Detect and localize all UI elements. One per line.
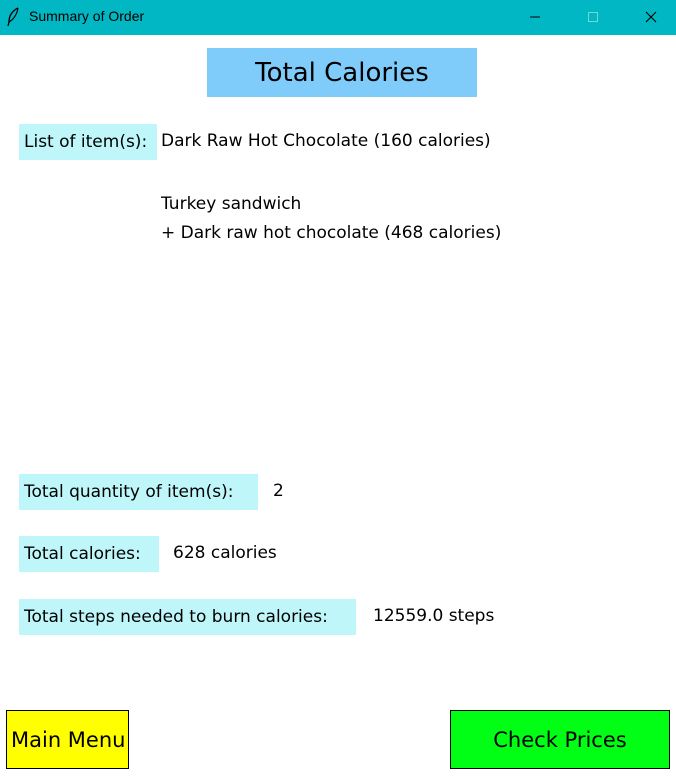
item-entry-2: Turkey sandwich	[161, 194, 302, 214]
close-button[interactable]	[622, 0, 676, 35]
item-entry-1: Dark Raw Hot Chocolate (160 calories)	[161, 131, 491, 151]
minimize-button[interactable]	[506, 0, 564, 35]
feather-icon	[6, 7, 20, 27]
maximize-button[interactable]	[564, 0, 622, 35]
steps-value: 12559.0 steps	[373, 606, 495, 626]
items-label: List of item(s):	[19, 124, 157, 160]
main-menu-button[interactable]: Main Menu	[6, 710, 129, 769]
window-title: Summary of Order	[29, 8, 145, 24]
page-title: Total Calories	[207, 48, 477, 97]
title-bar: Summary of Order	[0, 0, 676, 35]
item-entry-3: + Dark raw hot chocolate (468 calories)	[161, 223, 502, 243]
maximize-icon	[587, 8, 599, 27]
close-icon	[645, 8, 657, 27]
check-prices-button[interactable]: Check Prices	[450, 710, 670, 769]
calories-label: Total calories:	[19, 536, 159, 572]
steps-label: Total steps needed to burn calories:	[19, 599, 356, 635]
calories-value: 628 calories	[173, 543, 277, 563]
minimize-icon	[529, 8, 541, 27]
quantity-value: 2	[273, 481, 284, 501]
quantity-label: Total quantity of item(s):	[19, 474, 258, 510]
